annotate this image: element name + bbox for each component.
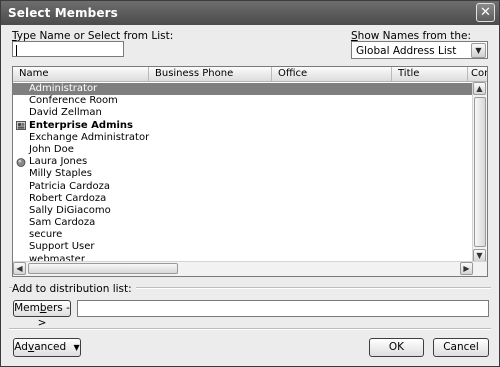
column-header-business-phone[interactable]: Business Phone [149,67,272,81]
list-item[interactable]: Administrator [13,83,473,96]
list-item[interactable]: Robert Cardoza [13,193,473,205]
distribution-label: Add to distribution list: [12,283,136,295]
address-list-value: Global Address List [356,45,457,57]
column-header-title[interactable]: Title [392,67,468,81]
list-item[interactable]: Laura Jones [13,156,473,168]
list-item[interactable]: Conference Room [13,95,473,107]
list-item[interactable]: Milly Staples [13,168,473,180]
list-item[interactable]: David Zellman [13,107,473,119]
arrow-right-icon: ▶ [463,264,470,273]
list-item[interactable]: Exchange Administrator [13,132,473,144]
vertical-scrollbar[interactable]: ▲ ▼ [472,82,487,262]
list-item[interactable]: Patricia Cardoza [13,181,473,193]
arrow-left-icon: ◀ [16,264,23,273]
close-button[interactable]: ✕ [476,3,495,22]
title-bar[interactable]: Select Members ✕ [1,1,499,25]
chevron-down-icon: ▼ [475,46,482,55]
scroll-up-button[interactable]: ▲ [473,82,486,95]
ok-button[interactable]: OK [369,338,424,357]
chevron-down-icon: ▼ [73,343,80,352]
list-item[interactable]: John Doe [13,144,473,156]
column-header-office[interactable]: Office [272,67,392,81]
list-item[interactable]: Enterprise Admins [13,120,473,132]
address-list-dropdown[interactable]: Global Address List ▼ [351,41,488,59]
vertical-scroll-thumb[interactable] [474,97,486,247]
list-item[interactable]: Sam Cardoza [13,217,473,229]
list-header: Name Business Phone Office Title Com [13,67,487,82]
column-header-name[interactable]: Name [13,67,149,81]
arrow-down-icon: ▼ [476,251,483,260]
group-icon [16,121,26,131]
close-icon: ✕ [480,5,491,20]
text-caret [16,45,17,56]
list-item[interactable]: secure [13,229,473,241]
list-rows: Administrator Conference Room David Zell… [13,83,473,266]
cancel-button[interactable]: Cancel [433,338,489,357]
members-button[interactable]: Members -> [13,300,71,329]
separator [9,328,491,330]
search-input[interactable] [12,41,124,57]
distribution-members-field[interactable] [77,300,489,317]
scroll-left-button[interactable]: ◀ [13,262,26,275]
contact-globe-icon [16,157,26,167]
dialog-title: Select Members [8,6,118,20]
members-list[interactable]: Name Business Phone Office Title Com Adm… [12,66,488,277]
advanced-button[interactable]: Advanced ▼ [13,338,81,357]
select-members-dialog: Select Members ✕ Type Name or Select fro… [0,0,500,367]
horizontal-scroll-thumb[interactable] [28,263,178,274]
horizontal-scrollbar[interactable]: ◀ ▶ [13,261,487,276]
column-header-company[interactable]: Com [468,67,487,81]
dropdown-button[interactable]: ▼ [471,43,486,58]
arrow-up-icon: ▲ [476,84,483,93]
scroll-right-button[interactable]: ▶ [460,262,473,275]
list-item[interactable]: Support User [13,241,473,253]
list-item[interactable]: Sally DiGiacomo [13,205,473,217]
